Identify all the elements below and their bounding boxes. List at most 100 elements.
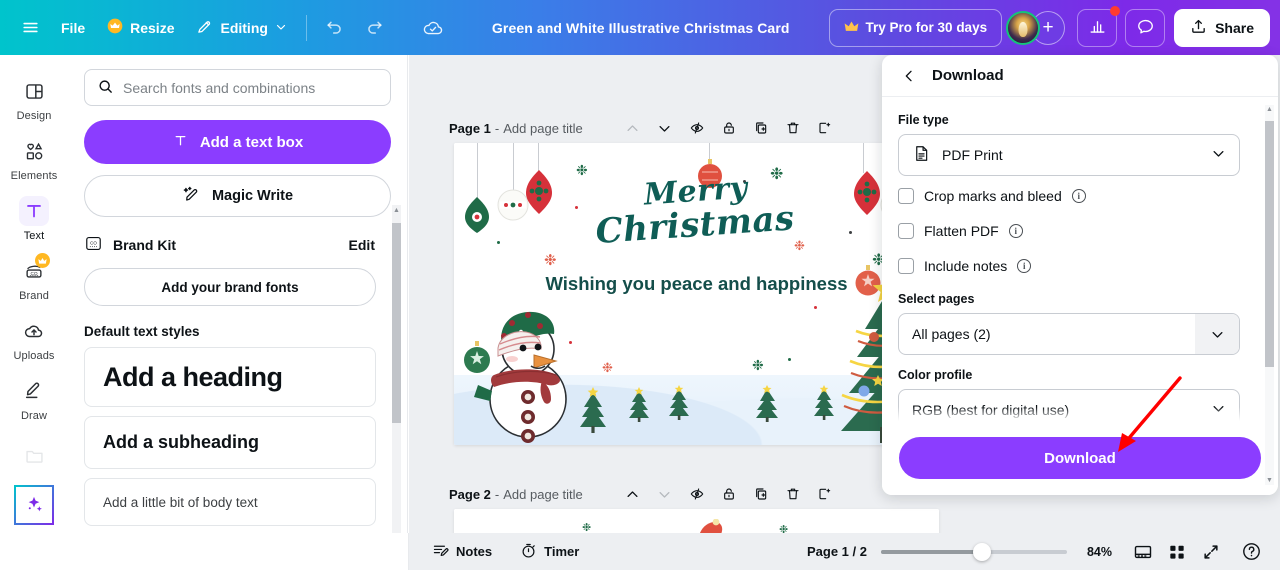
page-1-canvas[interactable]: ❉ ❉ ❉ ❉ ❉ ❉ ❉ Merry Christmas Wishing yo… — [454, 143, 939, 445]
info-icon[interactable]: i — [1017, 259, 1032, 273]
notes-button[interactable]: Notes — [423, 538, 501, 566]
timer-icon — [520, 542, 537, 562]
scroll-up-arrow-icon[interactable]: ▲ — [393, 207, 400, 214]
checkbox-flatten-pdf[interactable]: Flatten PDF i — [898, 216, 1262, 246]
cloud-saved-icon[interactable] — [413, 10, 453, 46]
page-2-lock-icon[interactable] — [715, 480, 743, 508]
checkbox-crop-marks-label: Crop marks and bleed — [924, 188, 1062, 204]
text-style-body[interactable]: Add a little bit of body text — [84, 478, 376, 526]
snowflake-icon: ❉ — [752, 357, 764, 373]
download-panel: Download File type PDF Print Crop marks … — [882, 55, 1278, 495]
checkbox-include-notes[interactable]: Include notes i — [898, 251, 1262, 281]
undo-icon[interactable] — [315, 10, 355, 46]
magic-write-button[interactable]: Magic Write — [84, 175, 391, 217]
search-input[interactable] — [123, 79, 378, 96]
file-menu-label: File — [61, 19, 86, 36]
redo-icon[interactable] — [355, 10, 395, 46]
download-panel-scrollbar[interactable]: ▲ ▼ — [1265, 105, 1274, 485]
add-text-box-button[interactable]: Add a text box — [84, 120, 391, 164]
plus-label: + — [1042, 16, 1054, 38]
page-1-lock-icon[interactable] — [715, 114, 743, 142]
page-2-expand-icon[interactable] — [811, 480, 839, 508]
sidebar-item-text[interactable]: Text — [4, 189, 64, 247]
panel-scrollbar-thumb[interactable] — [392, 223, 401, 423]
editing-mode-button[interactable]: Editing — [185, 10, 297, 46]
page-1-subtitle[interactable]: Add page title — [503, 121, 583, 136]
scroll-down-arrow-icon[interactable]: ▼ — [1266, 477, 1273, 484]
page-1-move-up-icon[interactable] — [619, 114, 647, 142]
page-1-move-down-icon[interactable] — [651, 114, 679, 142]
try-pro-button[interactable]: Try Pro for 30 days — [828, 8, 1003, 47]
fullscreen-icon[interactable] — [1196, 538, 1226, 566]
file-type-value: PDF Print — [942, 147, 1003, 163]
brand-kit-edit-link[interactable]: Edit — [349, 237, 391, 253]
download-button[interactable]: Download — [899, 437, 1261, 479]
ornament-string — [513, 143, 514, 191]
magic-studio-button[interactable] — [14, 485, 54, 525]
page-1-duplicate-icon[interactable] — [747, 114, 775, 142]
add-brand-fonts-button[interactable]: Add your brand fonts — [84, 268, 376, 306]
page-2-move-down-icon[interactable] — [651, 480, 679, 508]
top-toolbar: File Resize Editing Green and White Illu… — [0, 0, 1280, 55]
chevron-left-icon[interactable] — [896, 63, 922, 89]
text-style-subheading[interactable]: Add a subheading — [84, 416, 376, 469]
brand-kit-left: CO Brand Kit — [84, 234, 176, 256]
page-1-trash-icon[interactable] — [779, 114, 807, 142]
sidebar-item-projects[interactable] — [4, 433, 64, 475]
zoom-slider-handle[interactable] — [972, 542, 991, 561]
page-2-move-up-icon[interactable] — [619, 480, 647, 508]
info-icon[interactable]: i — [1071, 189, 1086, 203]
sidebar-label-design: Design — [16, 110, 52, 122]
help-icon[interactable] — [1236, 538, 1266, 566]
page-2-separator: - — [494, 486, 500, 502]
text-style-heading[interactable]: Add a heading — [84, 347, 376, 407]
page-1-hide-page-icon[interactable] — [683, 114, 711, 142]
page-2-subtitle[interactable]: Add page title — [503, 487, 583, 502]
resize-button[interactable]: Resize — [96, 10, 185, 46]
sidebar-item-design[interactable]: Design — [4, 69, 64, 127]
toolbar-divider — [305, 14, 307, 41]
page-2-duplicate-icon[interactable] — [747, 480, 775, 508]
default-text-styles-title: Default text styles — [84, 324, 200, 339]
select-pages-label: Select pages — [898, 292, 975, 306]
checkbox-include-notes-box[interactable] — [898, 258, 914, 274]
pine-tree — [756, 385, 778, 422]
sidebar-item-elements[interactable]: Elements — [4, 129, 64, 187]
file-type-select[interactable]: PDF Print — [898, 134, 1240, 176]
timer-button[interactable]: Timer — [511, 538, 588, 566]
crown-icon — [35, 253, 50, 268]
avatar[interactable] — [1006, 10, 1041, 45]
document-title[interactable]: Green and White Illustrative Christmas C… — [492, 20, 790, 36]
page-1-expand-icon[interactable] — [811, 114, 839, 142]
zoom-slider[interactable] — [880, 542, 1067, 561]
sidebar-item-uploads[interactable]: Uploads — [4, 309, 64, 367]
file-menu-button[interactable]: File — [50, 10, 96, 46]
page-2-trash-icon[interactable] — [779, 480, 807, 508]
checkbox-crop-marks[interactable]: Crop marks and bleed i — [898, 181, 1262, 211]
sidebar-item-draw[interactable]: Draw — [4, 369, 64, 427]
info-icon[interactable]: i — [1008, 224, 1023, 238]
panel-scrollbar[interactable]: ▲ ▼ — [392, 205, 401, 543]
page-2-hide-page-icon[interactable] — [683, 480, 711, 508]
select-pages-dropdown[interactable]: All pages (2) — [898, 313, 1240, 355]
zoom-level[interactable]: 84% — [1087, 545, 1112, 559]
comments-button[interactable] — [1125, 8, 1166, 47]
collaborators: + — [1006, 10, 1066, 45]
page-2-canvas[interactable]: ❉ ❉ — [454, 509, 939, 533]
download-scrollbar-thumb[interactable] — [1265, 121, 1274, 367]
page-view-icon[interactable] — [1128, 538, 1158, 566]
checkbox-crop-marks-box[interactable] — [898, 188, 914, 204]
snowflake-icon: ❉ — [576, 162, 588, 178]
folder-icon — [19, 440, 49, 470]
ornament-red-teardrop — [526, 170, 552, 214]
hamburger-icon[interactable] — [10, 10, 50, 46]
insights-button[interactable] — [1077, 5, 1121, 47]
share-button[interactable]: Share — [1174, 8, 1271, 47]
search-icon — [97, 78, 114, 98]
checkbox-flatten-pdf-box[interactable] — [898, 223, 914, 239]
chevron-down-icon[interactable] — [1195, 314, 1239, 354]
scroll-up-arrow-icon[interactable]: ▲ — [1266, 106, 1273, 113]
grid-view-icon[interactable] — [1162, 538, 1192, 566]
sidebar-item-brand[interactable]: CO Brand — [4, 249, 64, 307]
search-fonts-box[interactable] — [84, 69, 391, 106]
